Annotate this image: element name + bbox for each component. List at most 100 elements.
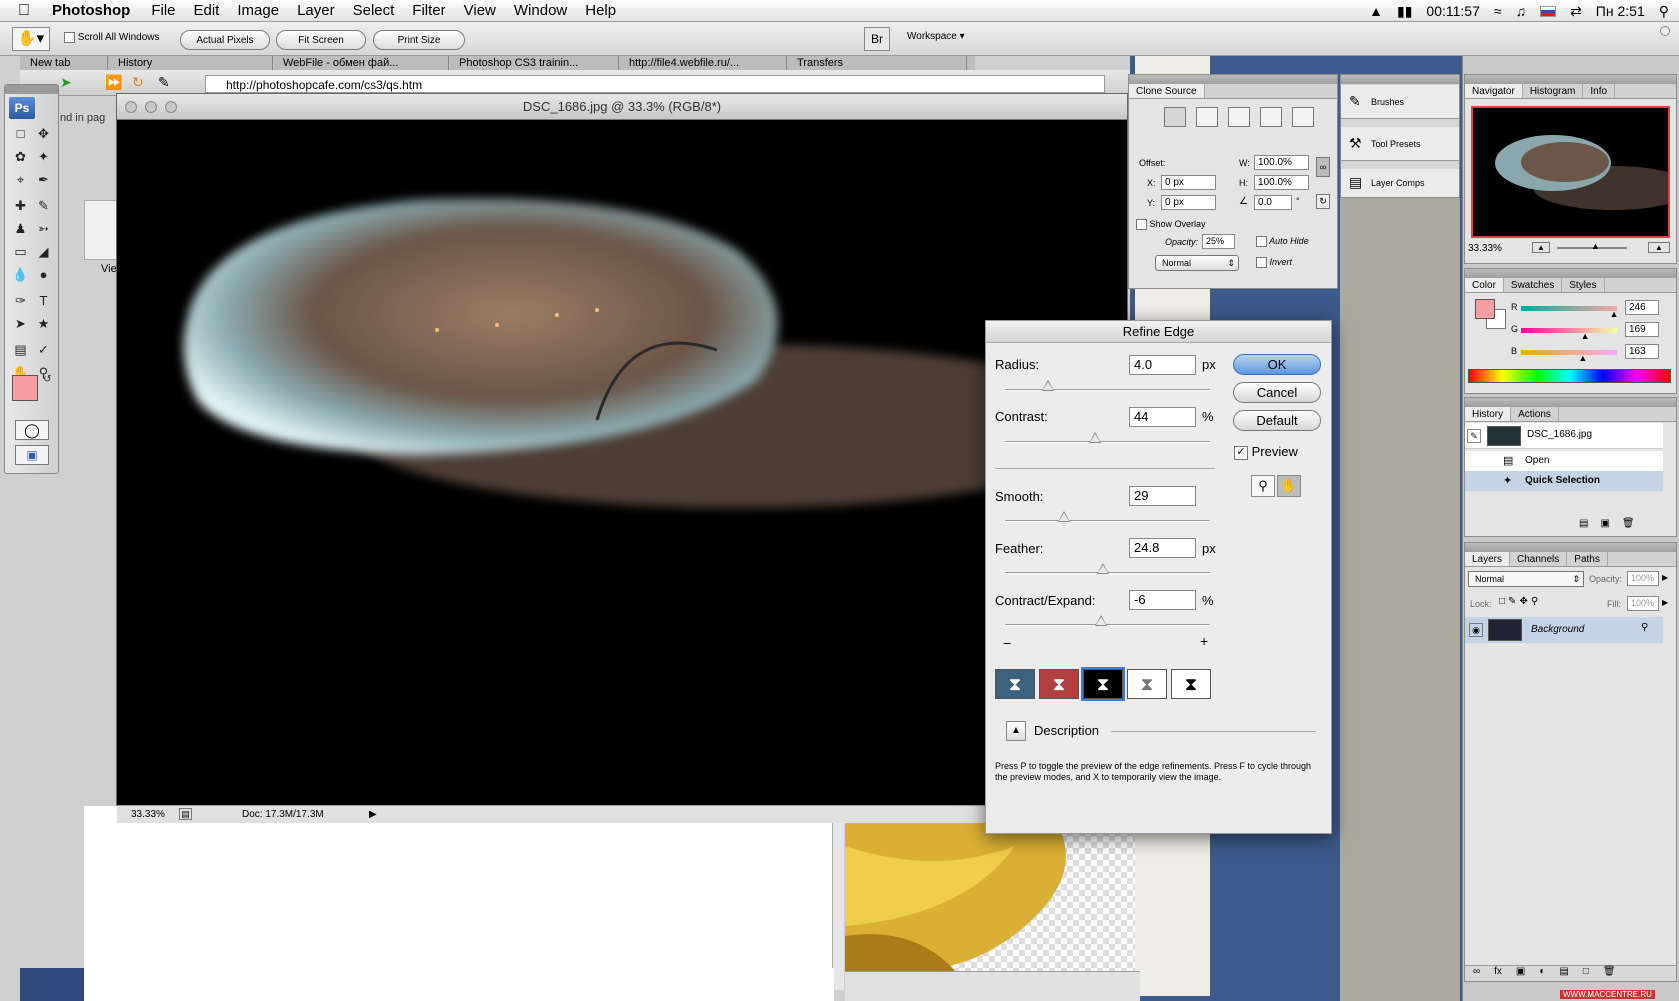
blur-tool-icon[interactable]: 💧	[10, 264, 31, 285]
feather-slider[interactable]	[1005, 563, 1210, 574]
tab-history[interactable]: History	[1465, 407, 1512, 421]
browser-tab[interactable]: Transfers	[787, 56, 967, 70]
brushes-panel-button[interactable]: ✎ Brushes	[1341, 85, 1459, 119]
volume-icon[interactable]: ♫	[1516, 3, 1527, 19]
history-step[interactable]: ▤ Open	[1465, 451, 1663, 471]
menu-layer[interactable]: Layer	[288, 2, 344, 19]
tools-panel-header[interactable]	[5, 85, 58, 94]
layers-panel-header[interactable]	[1465, 543, 1676, 552]
angle-input[interactable]: 0.0	[1254, 195, 1292, 210]
new-layer-icon[interactable]: □	[1583, 966, 1589, 981]
gradient-tool-icon[interactable]: ◢	[33, 241, 54, 262]
invert-checkbox[interactable]	[1256, 257, 1267, 269]
tab-swatches[interactable]: Swatches	[1504, 278, 1563, 292]
b-slider-thumb[interactable]: ▲	[1578, 353, 1587, 363]
new-snapshot-icon[interactable]: ▣	[1600, 518, 1609, 529]
g-slider-thumb[interactable]: ▲	[1581, 331, 1590, 341]
history-step[interactable]: ✦ Quick Selection	[1465, 471, 1663, 491]
foreground-color-swatch[interactable]	[12, 375, 38, 401]
edit-icon[interactable]: ✎	[158, 74, 170, 91]
browser-tab[interactable]: History	[108, 56, 273, 70]
smooth-slider-thumb[interactable]	[1058, 511, 1071, 522]
eraser-tool-icon[interactable]: ▭	[10, 241, 31, 262]
flag-icon[interactable]	[1540, 5, 1557, 17]
healing-brush-tool-icon[interactable]: ✚	[10, 195, 31, 216]
contrast-input[interactable]: 44	[1129, 407, 1196, 427]
document-zoom[interactable]: 33.33%	[131, 806, 165, 823]
bridge-icon[interactable]: Br	[864, 27, 890, 51]
forward-icon[interactable]: ⏩	[105, 74, 122, 91]
fill-input[interactable]: 100%	[1627, 596, 1659, 611]
clone-source-2-icon[interactable]	[1196, 107, 1218, 127]
close-window-icon[interactable]	[125, 101, 137, 113]
screen-mode-icon[interactable]: ▣	[15, 445, 49, 465]
input-switch-icon[interactable]: ⇄	[1570, 3, 1582, 20]
fill-menu-arrow-icon[interactable]: ▶	[1662, 598, 1668, 607]
smooth-input[interactable]: 29	[1129, 486, 1196, 506]
tab-histogram[interactable]: Histogram	[1523, 84, 1584, 98]
tab-info[interactable]: Info	[1583, 84, 1616, 98]
panel-dock-header[interactable]	[1341, 75, 1459, 84]
actual-pixels-button[interactable]: Actual Pixels	[180, 30, 270, 50]
lock-image-icon[interactable]: ✎	[1508, 596, 1516, 607]
auto-hide[interactable]: Auto Hide	[1256, 236, 1309, 248]
color-panel-header[interactable]	[1465, 269, 1676, 278]
shape-tool-icon[interactable]: ★	[33, 313, 54, 334]
document-canvas[interactable]	[117, 120, 1127, 782]
contrast-slider-thumb[interactable]	[1089, 432, 1102, 443]
r-input[interactable]: 246	[1625, 300, 1659, 315]
workspace-menu[interactable]: Workspace ▾	[907, 31, 965, 42]
notes-tool-icon[interactable]: ▤	[10, 339, 31, 360]
menu-window[interactable]: Window	[505, 2, 576, 19]
path-selection-tool-icon[interactable]: ➤	[10, 313, 31, 334]
feather-slider-thumb[interactable]	[1097, 563, 1110, 574]
brush-tool-icon[interactable]: ✎	[33, 195, 54, 216]
history-brush-source-icon[interactable]: ✎	[1467, 429, 1481, 443]
status-menu-arrow-icon[interactable]: ▶	[369, 806, 377, 823]
browser-tab[interactable]: http://file4.webfile.ru/...	[619, 56, 787, 70]
scroll-all-windows-checkbox[interactable]	[64, 32, 75, 43]
minimize-window-icon[interactable]	[145, 101, 157, 113]
overlay-mode-select[interactable]: Normal ⇕	[1155, 255, 1239, 271]
contrast-slider[interactable]	[1005, 432, 1210, 443]
new-group-icon[interactable]: ▤	[1559, 966, 1568, 981]
status-info-icon[interactable]: ▤	[179, 808, 192, 820]
notification-icon[interactable]: ▲	[1369, 3, 1383, 19]
color-foreground-swatch[interactable]	[1475, 299, 1495, 319]
quick-mask-mode-icon[interactable]: ⧗	[1039, 669, 1079, 699]
default-button[interactable]: Default	[1233, 410, 1321, 431]
new-document-icon[interactable]: ▤	[1579, 518, 1588, 529]
fit-screen-button[interactable]: Fit Screen	[276, 30, 366, 50]
dodge-tool-icon[interactable]: ●	[33, 264, 54, 285]
menu-help[interactable]: Help	[576, 2, 625, 19]
clone-source-1-icon[interactable]	[1164, 107, 1186, 127]
clone-source-header[interactable]	[1129, 75, 1337, 84]
standard-mode-icon[interactable]: ⧗	[995, 669, 1035, 699]
lock-transparency-icon[interactable]: □	[1499, 596, 1505, 607]
add-mask-icon[interactable]: ▣	[1516, 966, 1525, 981]
hand-tool-icon[interactable]: ✋	[1277, 475, 1301, 497]
b-slider[interactable]	[1521, 350, 1617, 355]
mask-mode-icon[interactable]: ⧗	[1171, 669, 1211, 699]
reset-transform-icon[interactable]: ↻	[1316, 194, 1330, 209]
ps-logo-icon[interactable]: Ps	[9, 97, 35, 119]
link-layers-icon[interactable]: ∞	[1473, 966, 1480, 981]
blend-mode-select[interactable]: Normal ⇕	[1468, 571, 1584, 587]
menu-edit[interactable]: Edit	[185, 2, 229, 19]
lasso-tool-icon[interactable]: ✿	[10, 146, 31, 167]
address-input[interactable]: http://photoshopcafe.com/cs3/qs.htm	[205, 75, 1105, 93]
contract-expand-slider-thumb[interactable]	[1095, 615, 1108, 626]
on-white-mode-icon[interactable]: ⧗	[1127, 669, 1167, 699]
layer-opacity-input[interactable]: 100%	[1627, 571, 1659, 586]
preview-toggle[interactable]: Preview	[1234, 444, 1298, 460]
link-icon[interactable]: ∞	[1316, 157, 1330, 177]
clone-source-5-icon[interactable]	[1292, 107, 1314, 127]
spotlight-icon[interactable]: ⚲	[1659, 3, 1669, 20]
overlay-opacity-input[interactable]: 25%	[1202, 234, 1235, 249]
battery-icon[interactable]: ▮▮	[1397, 3, 1412, 20]
browser-tab[interactable]: WebFile - обмен фай...	[273, 56, 449, 70]
reload-icon[interactable]: ↻	[132, 74, 144, 91]
preview-checkbox[interactable]	[1234, 445, 1248, 460]
wifi-icon[interactable]: ≈	[1494, 3, 1502, 19]
tab-navigator[interactable]: Navigator	[1465, 84, 1523, 98]
